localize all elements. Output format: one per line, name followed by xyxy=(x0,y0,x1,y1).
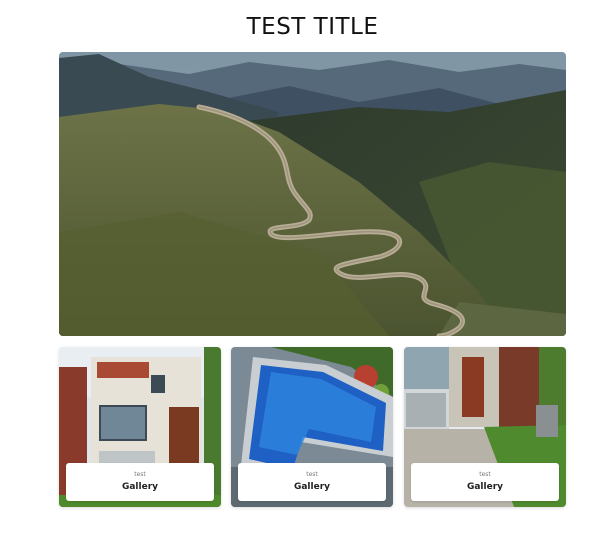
card-subtitle: test xyxy=(134,471,146,478)
gallery-cards: test Gallery test Gallery test Gallery xyxy=(59,347,566,507)
card-subtitle: test xyxy=(306,471,318,478)
card-label: Gallery xyxy=(121,482,159,492)
card-label: Gallery xyxy=(293,482,331,492)
page: TEST TITLE test Gallery test Gallery tes… xyxy=(0,0,615,541)
mountain-road-image xyxy=(59,52,566,336)
card-label: Gallery xyxy=(466,482,504,492)
card-caption: test Gallery xyxy=(66,463,214,501)
gallery-card-1[interactable]: test Gallery xyxy=(59,347,221,507)
card-subtitle: test xyxy=(479,471,491,478)
card-caption: test Gallery xyxy=(238,463,386,501)
gallery-card-3[interactable]: test Gallery xyxy=(404,347,566,507)
page-title: TEST TITLE xyxy=(246,14,379,40)
card-caption: test Gallery xyxy=(411,463,559,501)
hero-image xyxy=(59,52,566,336)
gallery-card-2[interactable]: test Gallery xyxy=(231,347,393,507)
